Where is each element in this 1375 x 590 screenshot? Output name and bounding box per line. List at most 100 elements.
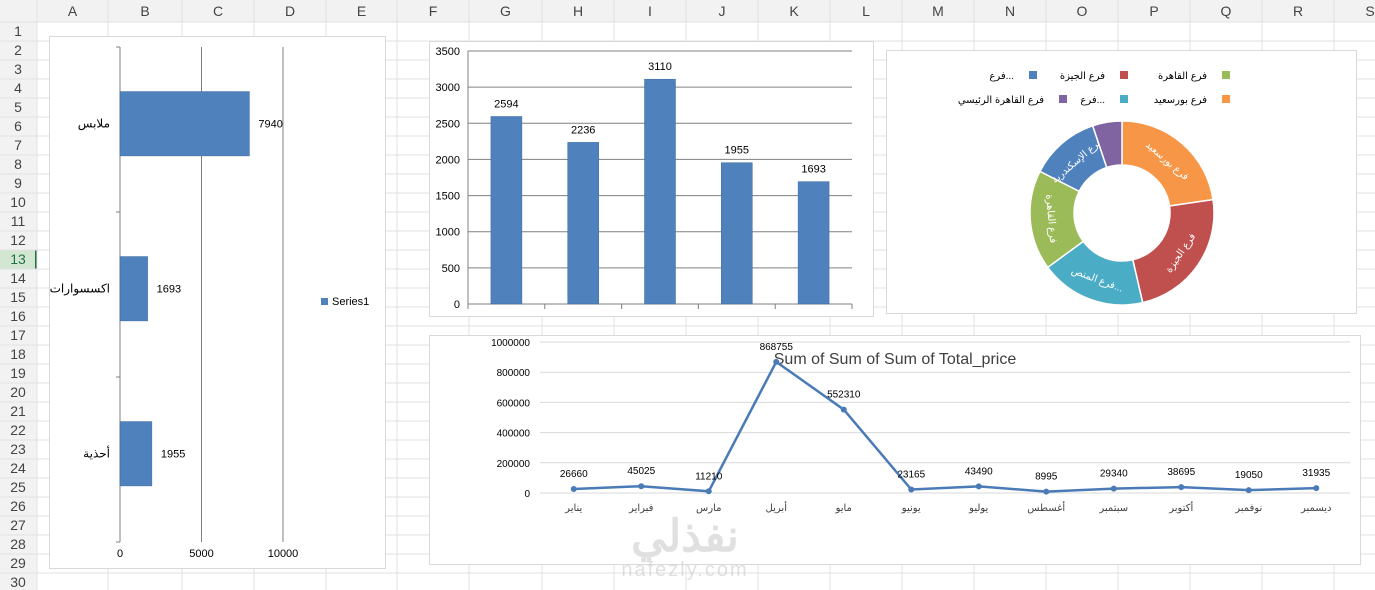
bar [797,181,830,305]
bar [119,91,250,157]
legend-swatch [1059,95,1067,103]
category-label: يناير [564,503,582,514]
row-header-20: 20 [10,384,26,400]
chart-title: Sum of Sum of Sum of Total_price [774,351,1017,368]
donut-chart[interactable]: فرع... فرع الجيزة فرع القاهرة فرع القاهرة ا… [886,50,1357,314]
data-point [1178,484,1185,491]
category-label: ملابس [78,117,110,132]
row-header-22: 22 [10,422,26,438]
row-header-26: 26 [10,498,26,514]
data-label: 26660 [560,469,588,480]
category-label: نوفمبر [1234,503,1262,514]
data-label: 43490 [965,466,993,477]
y-tick-label: 0 [524,489,530,500]
data-label: 45025 [627,466,655,477]
data-label: 1693 [801,164,825,176]
legend-label: فرع... [1080,95,1105,106]
category-label: أحذية [83,446,110,461]
y-tick-label: 1000000 [491,338,530,349]
row-header-1: 1 [14,23,22,39]
row-header-11: 11 [11,213,26,229]
y-tick-label: 2000 [436,154,460,166]
category-label: أكتوبر [1168,501,1193,514]
data-label: 1693 [157,284,181,296]
row-header-6: 6 [14,118,22,134]
data-point [1313,485,1320,492]
column-header-e: E [357,3,366,19]
category-label: أبريل [766,501,788,514]
data-label: 19050 [1235,470,1263,481]
data-label: 3110 [648,61,672,73]
line-chart-plot: 0 200000 400000 600000 800000 1000000 Sum of S… [491,338,1350,514]
category-label: يونيو [901,503,921,514]
column-header-f: F [429,3,438,19]
category-label: يوليو [968,503,988,514]
bar [119,256,148,322]
row-header-10: 10 [10,194,26,210]
row-header-28: 28 [10,536,26,552]
row-header-3: 3 [14,61,22,77]
row-header-27: 27 [10,517,26,533]
legend-label: فرع... [989,71,1014,82]
line-chart[interactable]: 0 200000 400000 600000 800000 1000000 Sum of S… [429,335,1361,565]
column-header-d: D [285,3,295,19]
spreadsheet: A B C D E F G H I J K L M N O P Q R S 1 2 3 4 5 6 7 8 9 10 11 12 13 14 15… [0,0,1375,590]
row-header-19: 19 [10,365,26,381]
column-header-b: B [140,3,149,19]
data-point [975,483,982,490]
row-header-7: 7 [14,137,22,153]
legend-label: فرع الجيزة [1060,71,1105,82]
data-label: 7940 [258,119,282,131]
data-label: 552310 [827,390,861,401]
data-label: 1955 [725,145,749,157]
bar [490,116,523,305]
row-header-24: 24 [10,460,26,476]
row-header-14: 14 [10,270,26,286]
bar [567,142,599,305]
y-tick-label: 800000 [497,368,531,379]
category-label: ديسمبر [1300,503,1331,514]
vertical-bar-chart[interactable]: 0 500 1000 1500 2000 2500 3000 3500 2594 2236 3110… [429,41,874,317]
column-header-k: K [789,3,799,19]
x-tick-label: 5000 [189,548,213,560]
donut-chart-plot: فرع... فرع الجيزة فرع القاهرة فرع القاهرة ا… [958,71,1230,306]
row-header-25: 25 [10,479,26,495]
column-header-g: G [500,3,511,19]
row-header-18: 18 [10,346,26,362]
y-tick-label: 2500 [436,118,460,130]
y-tick-label: 3000 [436,82,460,94]
x-tick-label: 10000 [268,548,299,560]
y-tick-label: 3500 [436,46,460,58]
row-header-13: 13 [10,251,26,267]
data-label: 11210 [695,471,723,482]
bar [721,162,753,305]
category-label: أغسطس [1027,501,1065,514]
bar [644,78,676,305]
data-point [908,486,915,493]
column-header-o: O [1077,3,1088,19]
row-header-8: 8 [14,156,22,172]
legend-swatch [1120,95,1128,103]
data-label: 1955 [161,449,185,461]
donut-slice [1131,198,1215,304]
column-header-a: A [68,3,78,19]
category-label: سبتمبر [1098,503,1128,514]
column-header-r: R [1293,3,1303,19]
column-header-q: Q [1221,3,1232,19]
data-point [1245,487,1252,494]
y-tick-label: 200000 [497,459,531,470]
category-label: مارس [696,503,721,514]
horizontal-bar-chart[interactable]: 0 5000 10000 7940 ملابس 1693 اكسسوارات 1955 أحذي… [49,36,386,569]
legend-swatch [1120,71,1128,79]
data-point [1110,485,1117,492]
row-header-17: 17 [10,327,26,343]
column-header-s: S [1365,3,1374,19]
row-header-12: 12 [10,232,26,248]
y-tick-label: 1500 [436,191,460,203]
column-header-i: I [648,3,652,19]
y-tick-label: 500 [442,263,460,275]
category-label: اكسسوارات [50,282,110,297]
legend-label: فرع القاهرة [1158,71,1207,82]
data-label: 2594 [494,98,518,110]
column-header-h: H [573,3,583,19]
